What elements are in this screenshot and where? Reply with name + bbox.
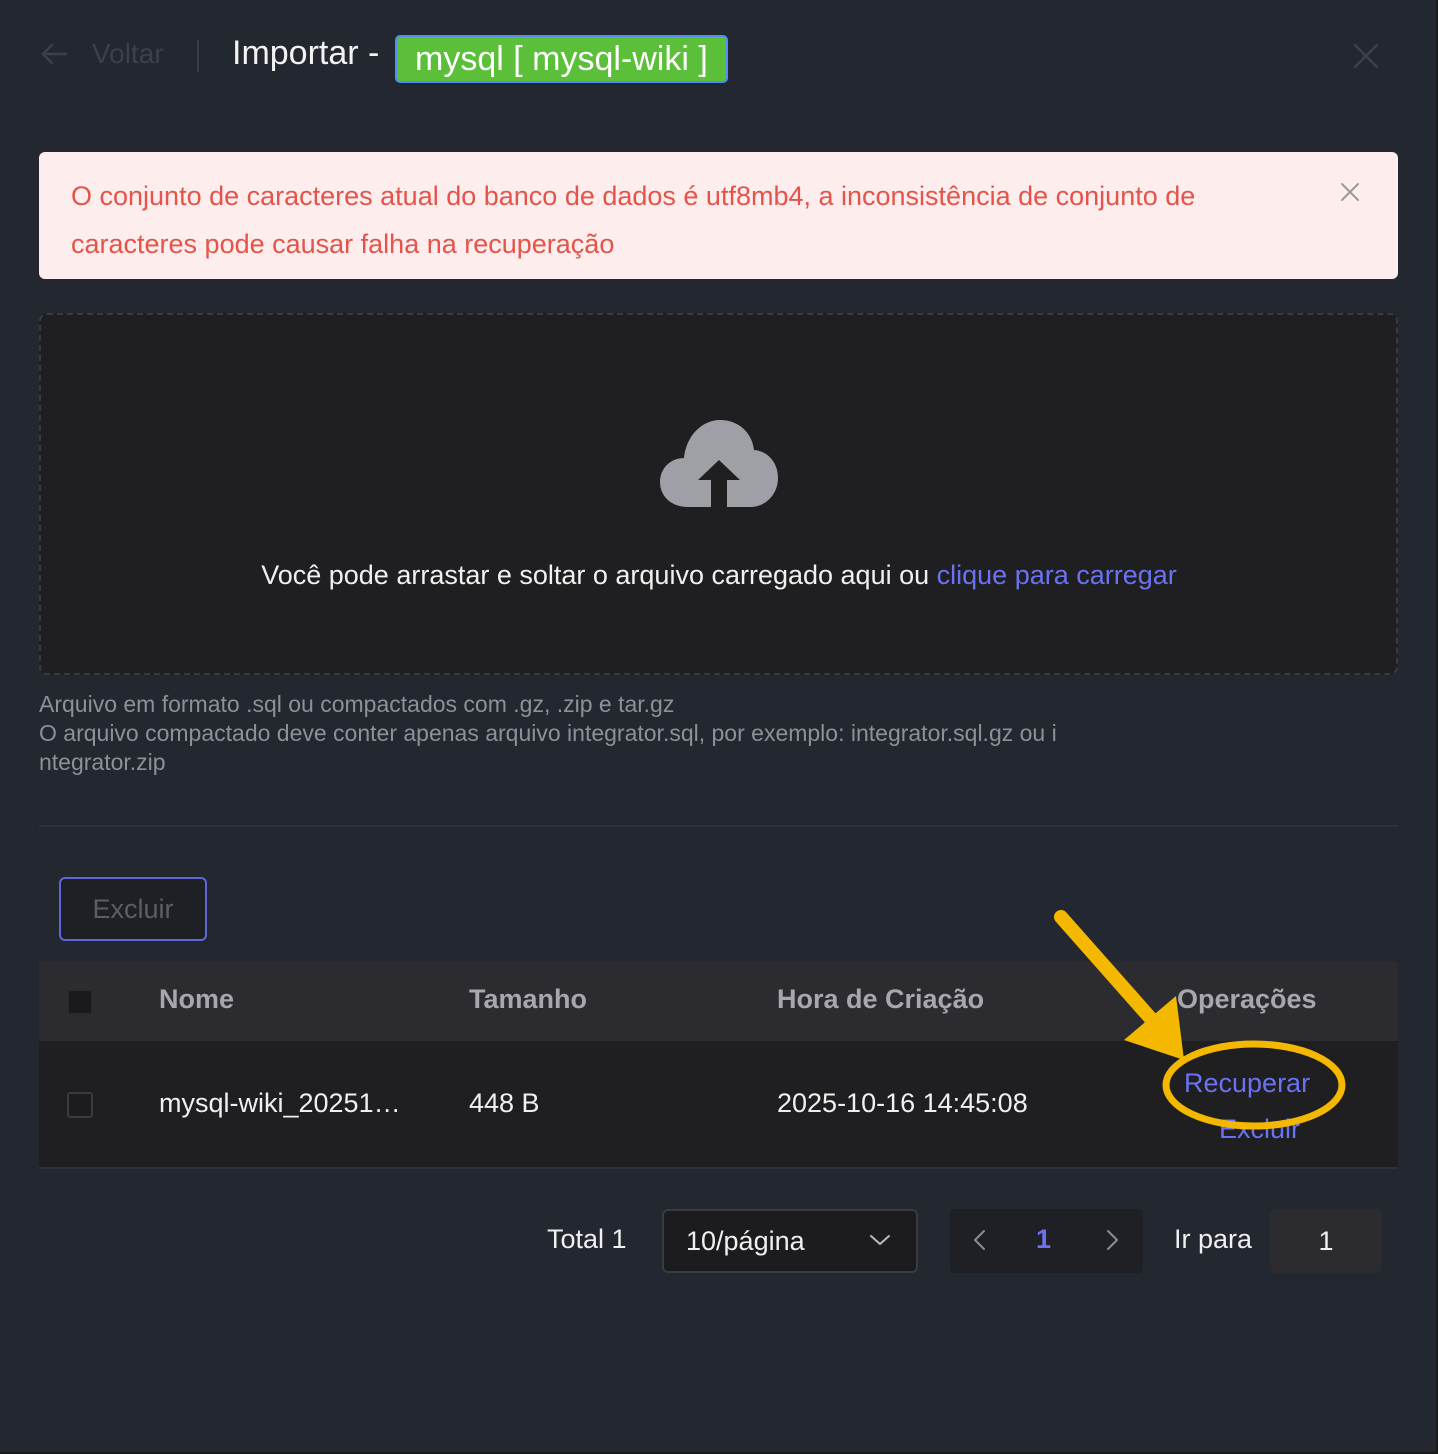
column-header-name: Nome	[159, 984, 235, 1014]
delete-link[interactable]: Excluir	[1219, 1114, 1300, 1145]
alert-close-icon[interactable]	[1340, 182, 1360, 207]
goto-label: Ir para	[1174, 1224, 1253, 1254]
page-size-select[interactable]: 10/página	[662, 1209, 918, 1273]
upload-instructions: Você pode arrastar e soltar o arquivo ca…	[0, 560, 1438, 591]
page-size-value: 10/página	[686, 1226, 805, 1256]
page-title: Importar -	[232, 34, 380, 72]
chevron-down-icon	[869, 1233, 891, 1252]
column-header-operations: Operações	[1177, 984, 1317, 1014]
row-checkbox[interactable]	[67, 1092, 93, 1118]
hint-line: Arquivo em formato .sql ou compactados c…	[39, 691, 675, 717]
chevron-right-icon[interactable]	[1102, 1228, 1122, 1257]
column-header-size: Tamanho	[469, 984, 588, 1014]
close-icon[interactable]	[1352, 42, 1380, 75]
back-button[interactable]: Voltar	[40, 38, 164, 70]
hint-line: ntegrator.zip	[39, 749, 166, 775]
database-tag: mysql [ mysql-wiki ]	[395, 35, 728, 83]
charset-warning-alert: O conjunto de caracteres atual do banco …	[39, 152, 1398, 279]
recover-link[interactable]: Recuperar	[1184, 1068, 1310, 1099]
chevron-left-icon[interactable]	[970, 1228, 990, 1257]
goto-page-input[interactable]: 1	[1270, 1209, 1382, 1273]
current-page[interactable]: 1	[1036, 1224, 1051, 1255]
column-header-created: Hora de Criação	[777, 984, 985, 1014]
upload-text: Você pode arrastar e soltar o arquivo ca…	[261, 560, 930, 590]
arrow-left-icon	[40, 42, 68, 66]
cloud-upload-icon	[660, 418, 778, 513]
total-count: Total 1	[547, 1224, 627, 1254]
cell-size: 448 B	[469, 1088, 540, 1118]
upload-hint: Arquivo em formato .sql ou compactados c…	[39, 690, 1139, 777]
hint-line: O arquivo compactado deve conter apenas …	[39, 720, 1057, 746]
section-divider	[39, 825, 1398, 827]
cell-name: mysql-wiki_20251…	[159, 1088, 401, 1118]
header-divider	[197, 40, 199, 72]
cell-created: 2025-10-16 14:45:08	[777, 1088, 1028, 1118]
bulk-delete-button[interactable]: Excluir	[59, 877, 207, 941]
alert-message: O conjunto de caracteres atual do banco …	[71, 181, 1196, 259]
click-to-upload-link[interactable]: clique para carregar	[937, 560, 1177, 590]
select-all-checkbox[interactable]	[67, 989, 93, 1015]
back-label: Voltar	[92, 38, 164, 69]
